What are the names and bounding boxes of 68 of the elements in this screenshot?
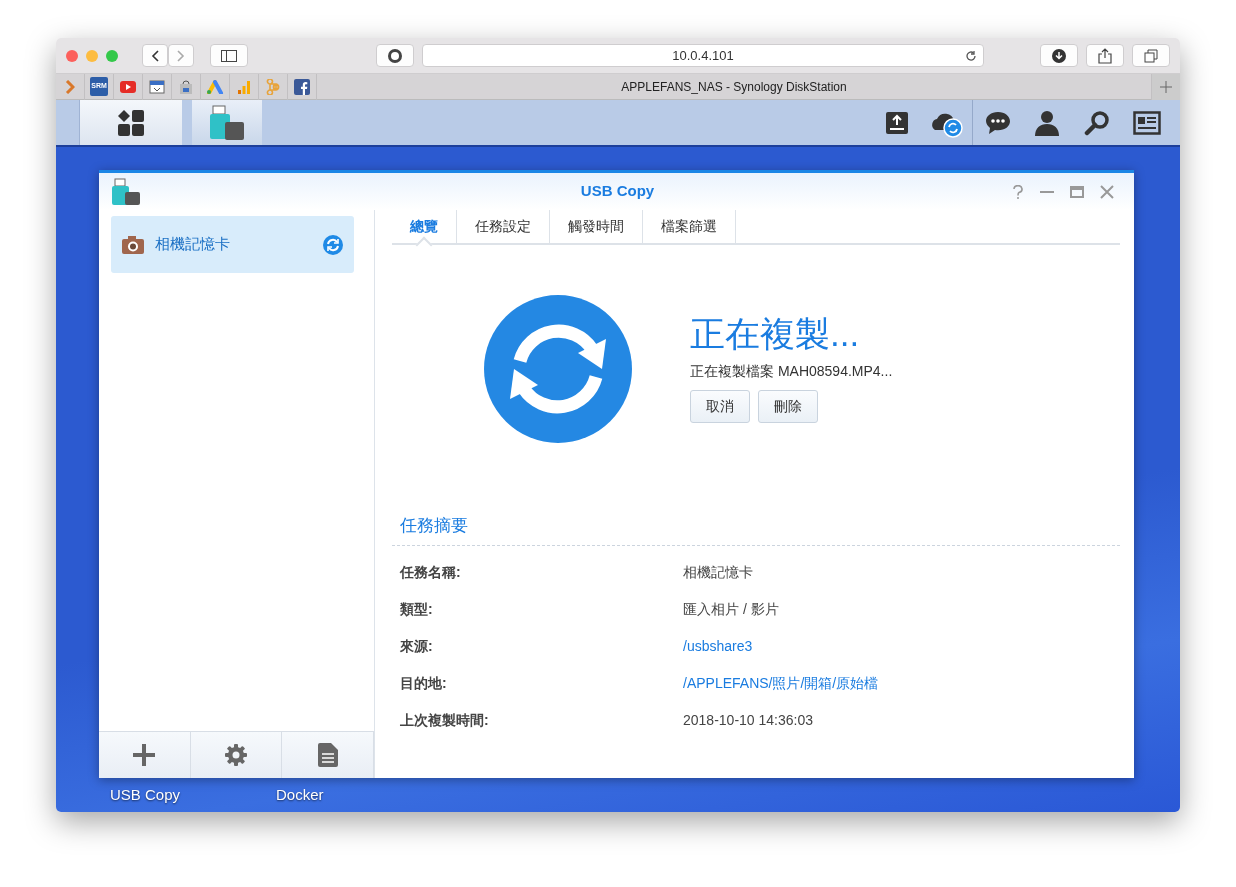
close-button[interactable] xyxy=(66,49,78,62)
search-icon xyxy=(1084,109,1110,136)
maximize-icon xyxy=(1070,185,1084,198)
chat-icon xyxy=(983,109,1012,136)
address-field[interactable]: 10.0.4.101 xyxy=(422,44,984,67)
back-button[interactable] xyxy=(142,44,168,67)
sync-icon xyxy=(322,233,344,256)
bar-chart-icon xyxy=(237,79,251,94)
downloads-button[interactable] xyxy=(1040,44,1078,67)
tab[interactable]: 觸發時間 xyxy=(550,210,643,243)
status-detail: 正在複製檔案 MAH08594.MP4... xyxy=(690,362,893,382)
window-title: USB Copy xyxy=(579,181,656,202)
grid-icon xyxy=(117,108,145,137)
sidebar-button[interactable] xyxy=(210,44,248,67)
tabs-button[interactable] xyxy=(1132,44,1170,67)
field-label: 來源: xyxy=(400,636,434,656)
camera-icon xyxy=(121,234,145,255)
download-icon xyxy=(1052,48,1066,63)
field-value: 匯入相片 / 影片 xyxy=(683,599,779,619)
sidebar-icon xyxy=(221,49,237,62)
document-icon xyxy=(317,743,338,767)
field-label: 目的地: xyxy=(400,673,448,693)
field-value: 相機記憶卡 xyxy=(683,562,753,582)
extension-icon xyxy=(387,47,403,64)
sync-status-icon xyxy=(484,295,632,443)
path-link[interactable]: /usbshare3 xyxy=(683,635,753,657)
chevron-icon xyxy=(65,79,75,94)
user-icon xyxy=(1034,108,1060,137)
play-icon xyxy=(120,80,136,93)
upload-icon xyxy=(885,110,909,135)
extension-button[interactable] xyxy=(376,44,414,67)
desktop-icon-label[interactable]: USB Copy xyxy=(110,783,181,806)
help-icon xyxy=(1012,184,1024,199)
field-label: 上次複製時間: xyxy=(400,710,490,730)
taskbar-app-button[interactable] xyxy=(80,100,182,145)
forward-icon xyxy=(176,48,186,63)
plus-icon xyxy=(132,743,157,767)
delete-button[interactable]: 刪除 xyxy=(758,390,818,424)
back-icon xyxy=(150,48,160,63)
minimize-icon xyxy=(1040,190,1054,193)
triangle-logo-icon xyxy=(206,79,224,94)
facebook-icon xyxy=(294,78,310,95)
calendar-icon xyxy=(149,79,165,94)
command-icon xyxy=(265,78,281,95)
section-title: 任務摘要 xyxy=(392,513,1120,546)
tab-title[interactable]: APPLEFANS_NAS - Synology DiskStation xyxy=(317,77,1151,96)
plus-icon xyxy=(1160,80,1172,93)
cancel-button[interactable]: 取消 xyxy=(690,390,750,424)
status-heading: 正在複製... xyxy=(690,314,861,354)
field-value: 2018-10-10 14:36:03 xyxy=(683,710,813,730)
share-button[interactable] xyxy=(1086,44,1124,67)
desktop-icon-label[interactable]: Docker xyxy=(276,783,324,806)
field-label: 類型: xyxy=(400,599,434,619)
share-icon xyxy=(1098,47,1112,64)
tab[interactable]: 任務設定 xyxy=(457,210,550,243)
task-name: 相機記憶卡 xyxy=(155,234,231,255)
reload-icon xyxy=(965,49,977,62)
taskbar-app-button[interactable] xyxy=(192,100,262,145)
field-label: 任務名稱: xyxy=(400,562,462,582)
tabs-icon xyxy=(1144,48,1158,63)
usb-drive-icon xyxy=(111,177,141,206)
path-link[interactable]: /APPLEFANS/照片/開箱/原始檔 xyxy=(683,672,879,694)
tab[interactable]: 檔案篩選 xyxy=(643,210,736,243)
close-icon xyxy=(1100,184,1114,199)
usb-drive-icon xyxy=(209,104,245,141)
task-item[interactable]: 相機記憶卡 xyxy=(111,216,354,273)
id-card-icon xyxy=(1133,110,1161,135)
bag-icon xyxy=(178,78,194,95)
